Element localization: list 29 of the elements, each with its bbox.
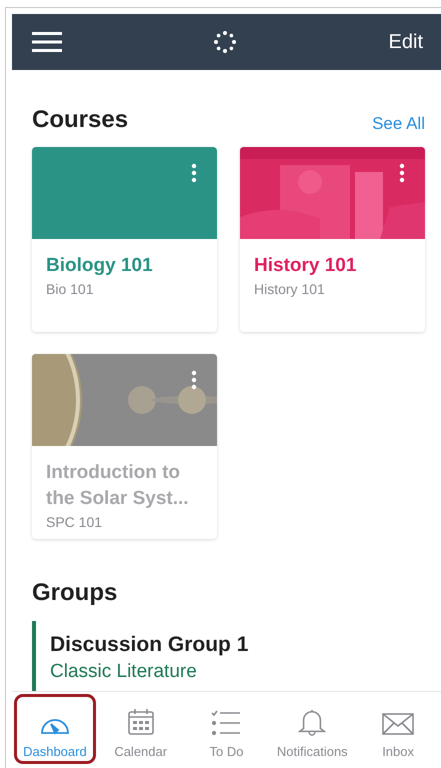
course-name: History 101 [254, 254, 358, 278]
edit-button[interactable]: Edit [388, 30, 423, 54]
section-title: Groups [32, 579, 118, 607]
more-icon[interactable] [191, 163, 197, 183]
group-course: Classic Literature [50, 661, 198, 683]
tab[interactable]: Calendar [100, 694, 182, 764]
course-code: Bio 101 [46, 281, 94, 297]
course-code: History 101 [254, 281, 326, 297]
course-card[interactable]: Biology 101 Bio 101 [32, 147, 217, 332]
mail-icon [382, 712, 414, 736]
course-code: SPC 101 [46, 514, 104, 530]
calendar-icon [126, 708, 155, 736]
checklist-icon [211, 710, 242, 736]
menu-icon[interactable] [32, 31, 62, 53]
course-card[interactable]: History 101 History 101 [240, 147, 425, 332]
course-card[interactable]: Introduction to the Solar Syst... SPC 101 [32, 354, 217, 539]
section-title: Courses [32, 106, 128, 134]
tab[interactable]: Dashboard [14, 694, 96, 764]
bell-icon [298, 708, 326, 736]
course-name: Introduction to the Solar Syst... [46, 461, 190, 511]
course-name: Biology 101 [46, 254, 154, 278]
more-icon[interactable] [399, 163, 405, 183]
tab[interactable]: Notifications [271, 694, 354, 764]
tab[interactable]: To Do [186, 694, 268, 764]
tab[interactable]: Inbox [357, 694, 439, 764]
group-name: Discussion Group 1 [50, 633, 250, 657]
more-icon[interactable] [191, 370, 197, 390]
logo-icon [213, 30, 238, 54]
see-all-link[interactable]: See All [372, 114, 425, 134]
